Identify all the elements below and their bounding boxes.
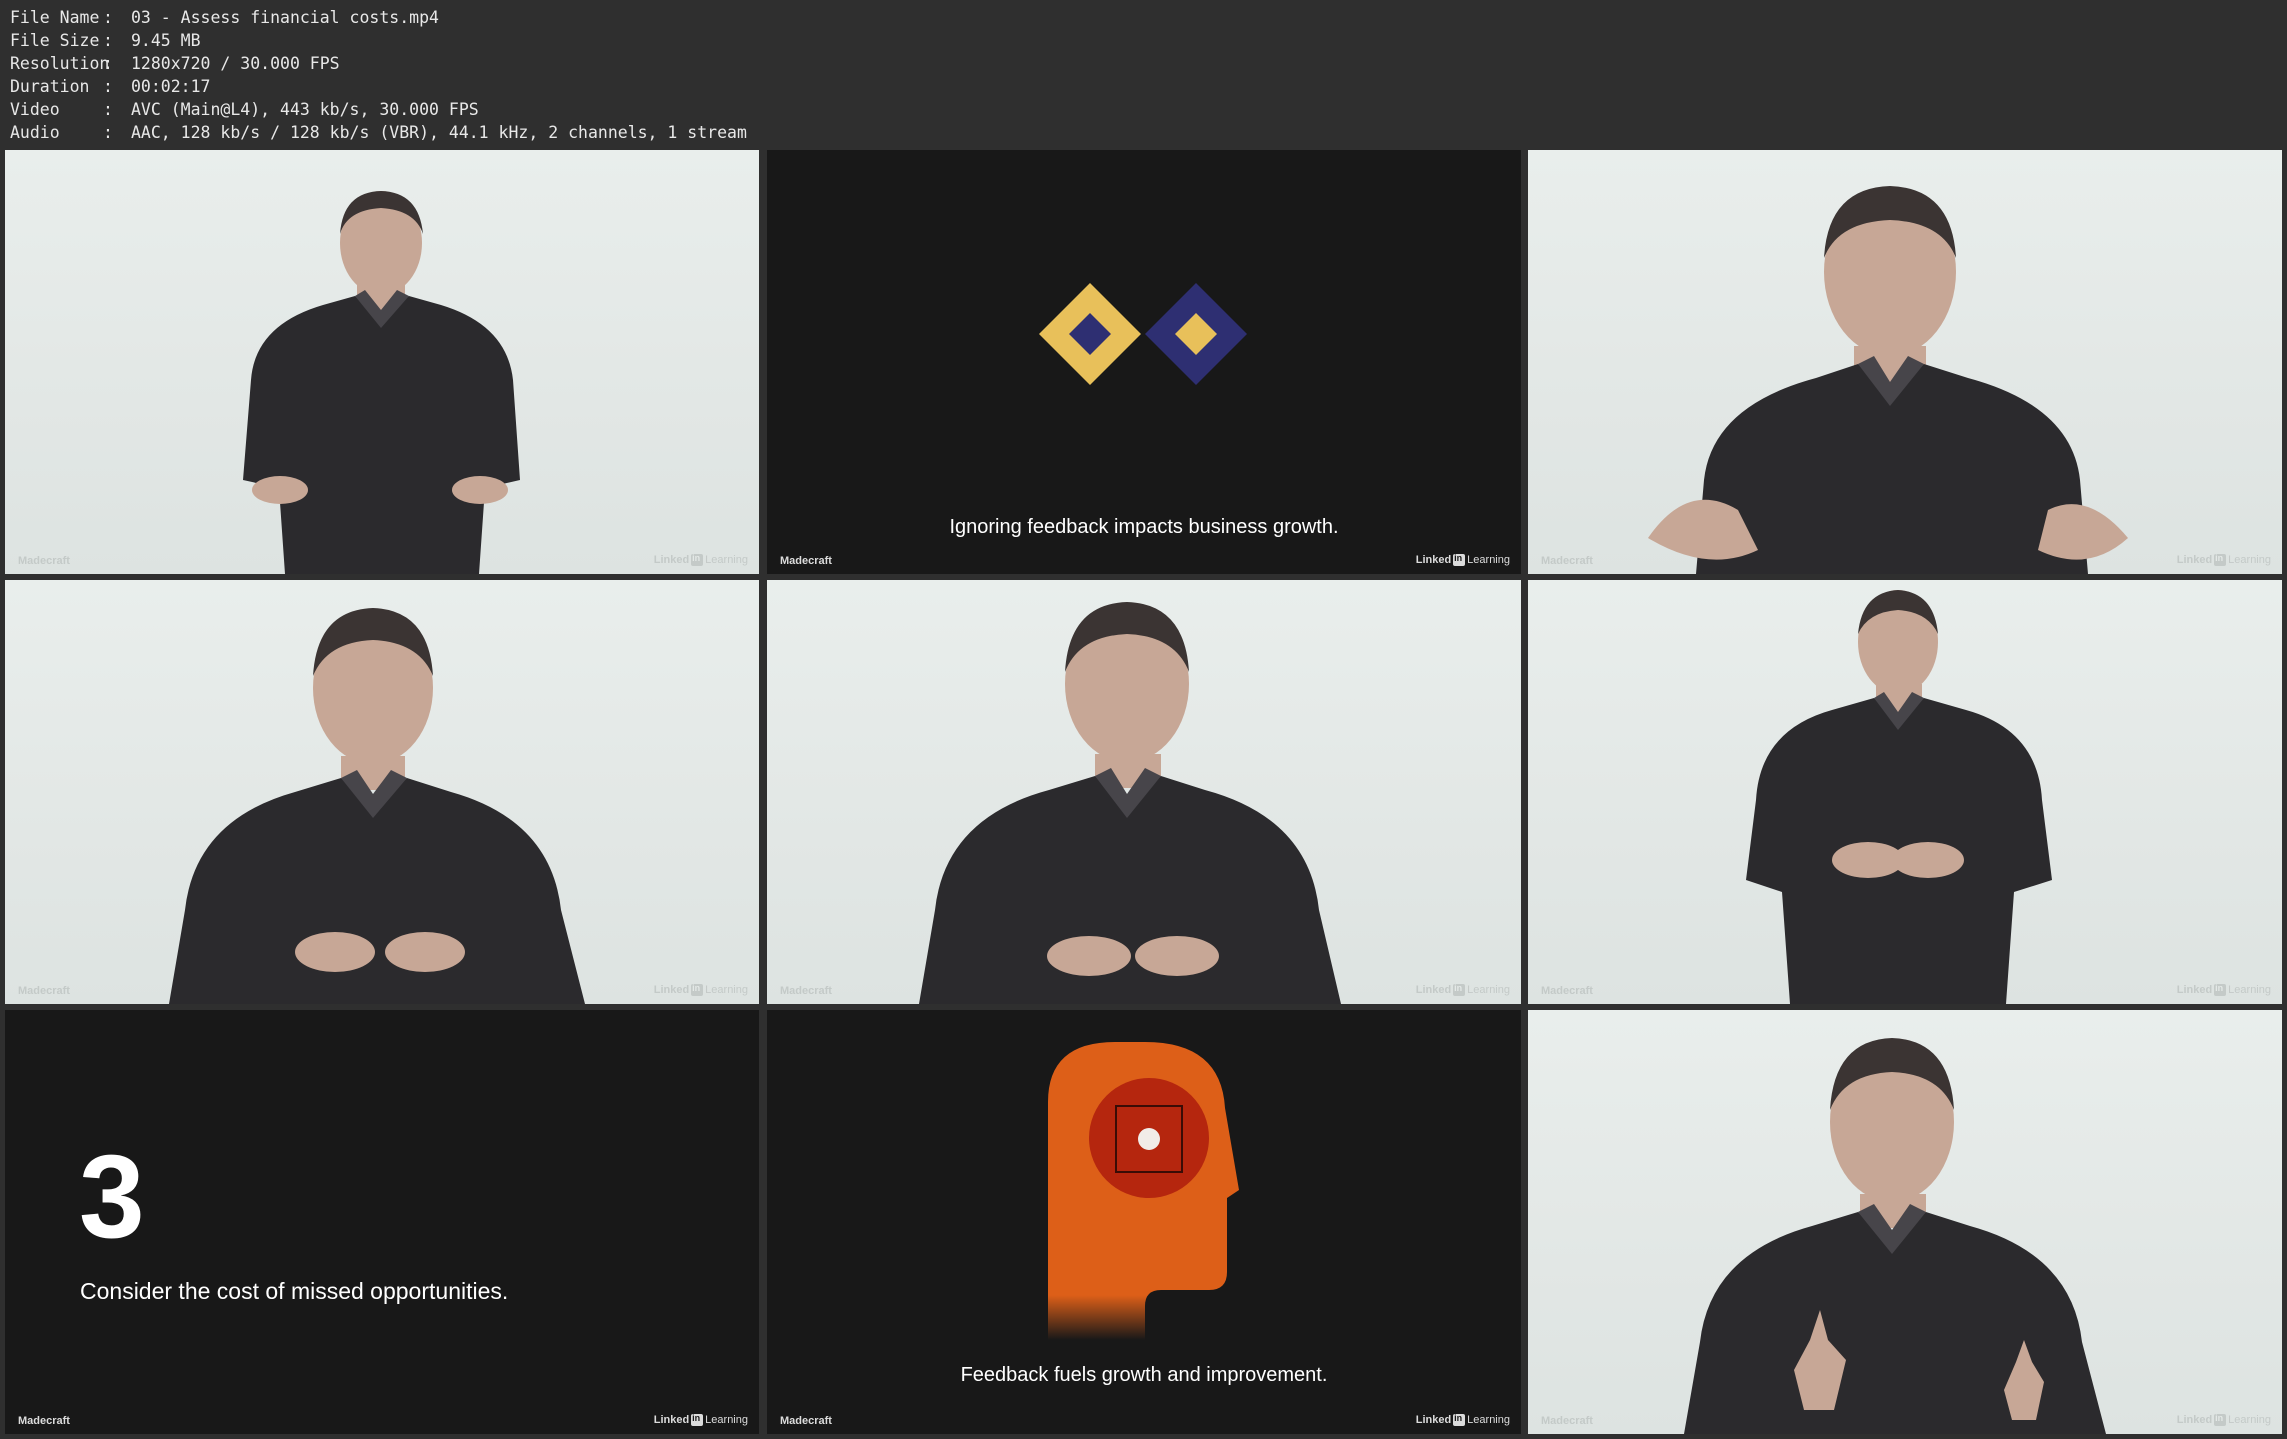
linkedin-icon: [2214, 553, 2227, 566]
linkedin-icon: [2214, 983, 2227, 996]
linkedin-learning-logo: LinkedLearning: [1416, 983, 1510, 996]
presenter-figure: [919, 602, 1341, 1004]
linkedin-icon: [691, 983, 704, 996]
madecraft-watermark: Madecraft: [1541, 555, 1593, 567]
linkedin-icon: [691, 553, 704, 566]
info-row-video: Video: AVC (Main@L4), 443 kb/s, 30.000 FP…: [10, 100, 479, 119]
linkedin-learning-logo: LinkedLearning: [1416, 1413, 1510, 1426]
info-row-file-size: File Size:9.45 MB: [10, 31, 201, 50]
madecraft-watermark: Madecraft: [780, 985, 832, 997]
info-row-file-name: File Name:03 - Assess financial costs.mp…: [10, 8, 439, 27]
file-info-panel: File Name:03 - Assess financial costs.mp…: [10, 6, 747, 144]
thumbnail-9[interactable]: Madecraft LinkedLearning: [1528, 1010, 2282, 1434]
madecraft-watermark: Madecraft: [18, 1415, 70, 1427]
linkedin-icon: [1453, 983, 1466, 996]
linkedin-icon: [691, 1413, 704, 1426]
presenter-figure: [169, 608, 585, 1004]
linkedin-learning-logo: LinkedLearning: [2177, 983, 2271, 996]
presenter-figure: [243, 191, 520, 574]
info-row-duration: Duration:00:02:17: [10, 77, 211, 96]
thumbnail-5[interactable]: Madecraft LinkedLearning: [767, 580, 1521, 1004]
presenter-figure: [1684, 1038, 2106, 1434]
linkedin-learning-logo: LinkedLearning: [654, 983, 748, 996]
madecraft-watermark: Madecraft: [18, 985, 70, 997]
linkedin-icon: [1453, 553, 1466, 566]
linkedin-learning-logo: LinkedLearning: [654, 553, 748, 566]
thumbnail-6[interactable]: Madecraft LinkedLearning: [1528, 580, 2282, 1004]
thumbnail-8[interactable]: Feedback fuels growth and improvement. M…: [767, 1010, 1521, 1434]
linkedin-learning-logo: LinkedLearning: [2177, 1413, 2271, 1426]
diamond-logo-icon: [1039, 283, 1247, 385]
linkedin-learning-logo: LinkedLearning: [654, 1413, 748, 1426]
slide-caption: Feedback fuels growth and improvement.: [960, 1364, 1328, 1386]
madecraft-watermark: Madecraft: [780, 555, 832, 567]
linkedin-icon: [1453, 1413, 1466, 1426]
presenter-figure: [1648, 186, 2128, 574]
info-row-audio: Audio: AAC, 128 kb/s / 128 kb/s (VBR), 44…: [10, 123, 747, 142]
linkedin-learning-logo: LinkedLearning: [1416, 553, 1510, 566]
madecraft-watermark: Madecraft: [1541, 1415, 1593, 1427]
madecraft-watermark: Madecraft: [1541, 985, 1593, 997]
thumbnail-grid: Madecraft LinkedLearning Ignoring feedba…: [5, 150, 2282, 1434]
linkedin-icon: [2214, 1413, 2227, 1426]
thumbnail-2[interactable]: Ignoring feedback impacts business growt…: [767, 150, 1521, 574]
info-row-resolution: Resolution:1280x720 / 30.000 FPS: [10, 54, 340, 73]
thumbnail-1[interactable]: Madecraft LinkedLearning: [5, 150, 759, 574]
thumbnail-7[interactable]: 3 Consider the cost of missed opportunit…: [5, 1010, 759, 1434]
madecraft-watermark: Madecraft: [18, 555, 70, 567]
presenter-figure: [1746, 590, 2052, 1004]
point-text: Consider the cost of missed opportunitie…: [80, 1278, 509, 1304]
linkedin-learning-logo: LinkedLearning: [2177, 553, 2271, 566]
slide-caption: Ignoring feedback impacts business growt…: [949, 516, 1339, 538]
thumbnail-4[interactable]: Madecraft LinkedLearning: [5, 580, 759, 1004]
point-number: 3: [79, 1131, 145, 1263]
thumbnail-3[interactable]: Madecraft LinkedLearning: [1528, 150, 2282, 574]
madecraft-watermark: Madecraft: [780, 1415, 832, 1427]
